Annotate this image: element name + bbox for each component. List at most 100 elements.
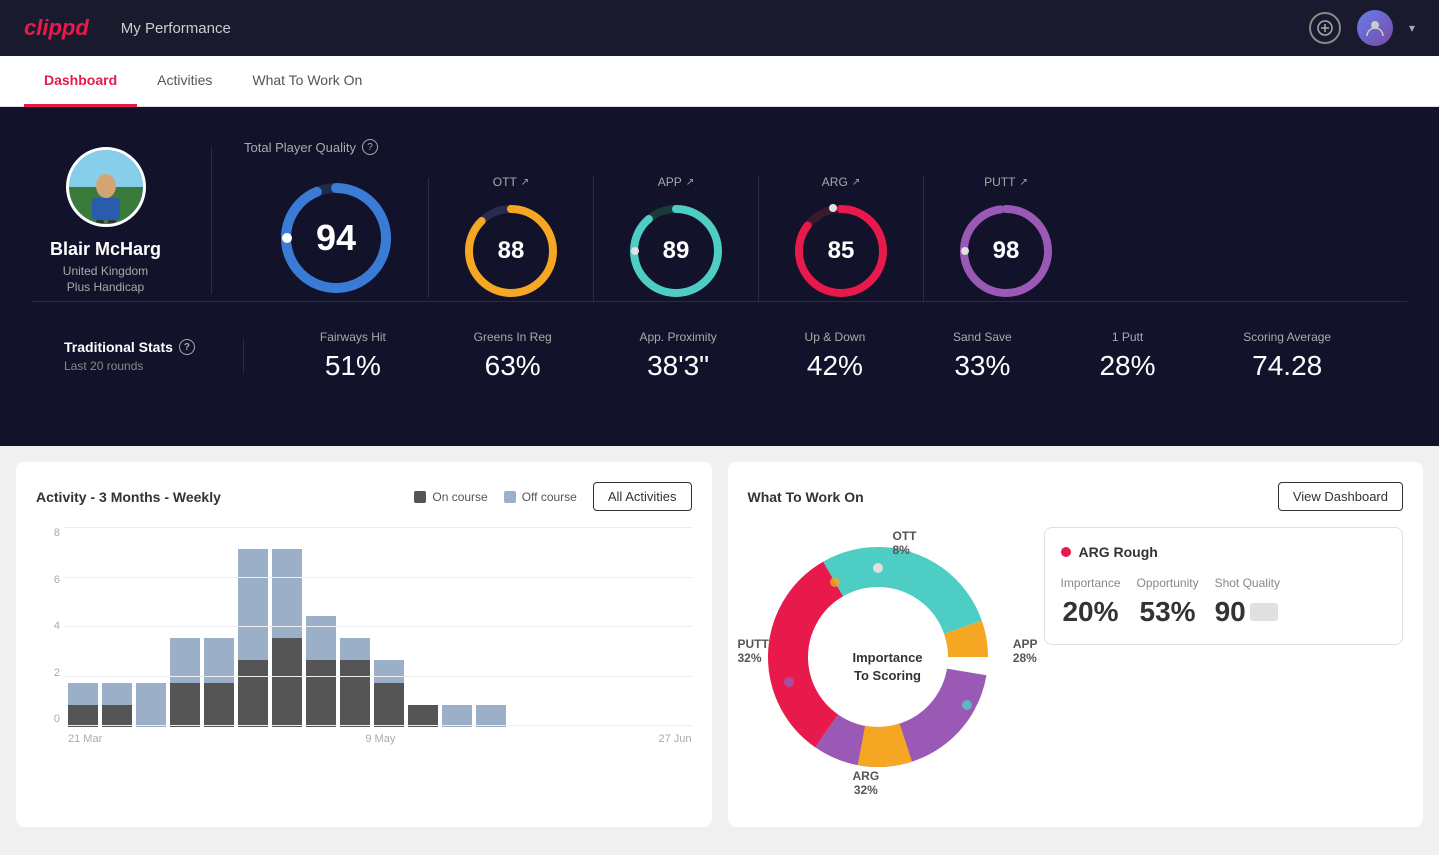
arg-donut-label: ARG32%	[853, 769, 880, 797]
player-info: Blair McHarg United Kingdom Plus Handica…	[32, 147, 212, 294]
tab-what-to-work-on[interactable]: What To Work On	[232, 56, 382, 107]
bar-oncourse	[272, 638, 302, 727]
work-card-header: What To Work On View Dashboard	[748, 482, 1404, 511]
stats-bar: Traditional Stats ? Last 20 rounds Fairw…	[32, 301, 1407, 410]
bar-offcourse	[476, 705, 506, 727]
bar-oncourse	[68, 705, 98, 727]
x-label-may: 9 May	[365, 733, 395, 745]
arg-score: ARG ↗ 85	[759, 175, 924, 301]
legend-offcourse-dot	[504, 491, 516, 503]
bar-offcourse	[68, 683, 98, 705]
arg-card-title: ARG Rough	[1061, 544, 1387, 560]
bar-oncourse	[408, 705, 438, 727]
y-label-6: 6	[36, 574, 60, 586]
app-label: APP ↗	[658, 175, 694, 189]
bar-group	[238, 549, 268, 727]
tab-bar: Dashboard Activities What To Work On	[0, 56, 1439, 107]
app-value: 89	[663, 237, 690, 265]
total-quality-label: Total Player Quality ?	[244, 139, 1407, 155]
player-name: Blair McHarg	[50, 239, 161, 260]
ott-label: OTT ↗	[493, 175, 529, 189]
stat-1putt: 1 Putt 28%	[1099, 330, 1155, 382]
x-label-mar: 21 Mar	[68, 733, 102, 745]
header-right: ▾	[1309, 10, 1415, 46]
player-handicap: Plus Handicap	[67, 280, 144, 294]
bar-offcourse	[102, 683, 132, 705]
bar-offcourse	[170, 638, 200, 682]
stats-items: Fairways Hit 51% Greens In Reg 63% App. …	[244, 330, 1375, 382]
stat-scoring: Scoring Average 74.28	[1243, 330, 1331, 382]
avatar[interactable]	[1357, 10, 1393, 46]
all-activities-button[interactable]: All Activities	[593, 482, 692, 511]
bar-group	[68, 683, 98, 727]
stats-label: Traditional Stats ?	[64, 339, 211, 355]
header: clippd My Performance ▾	[0, 0, 1439, 56]
bar-oncourse	[204, 683, 234, 727]
donut-chart: Importance To Scoring OTT8% APP28% ARG32…	[748, 527, 1028, 807]
work-card: What To Work On View Dashboard	[728, 462, 1424, 827]
putt-donut-label: PUTT32%	[738, 637, 769, 665]
arg-importance: Importance 20%	[1061, 576, 1121, 628]
scores-section: Total Player Quality ? 94	[212, 139, 1407, 301]
help-icon[interactable]: ?	[362, 139, 378, 155]
view-dashboard-button[interactable]: View Dashboard	[1278, 482, 1403, 511]
shot-quality-badge	[1250, 603, 1278, 621]
bar-offcourse	[374, 660, 404, 682]
bar-oncourse	[170, 683, 200, 727]
stat-sandsave: Sand Save 33%	[953, 330, 1012, 382]
work-title: What To Work On	[748, 489, 864, 505]
bottom-section: Activity - 3 Months - Weekly On course O…	[0, 446, 1439, 843]
arg-shot-quality: Shot Quality 90	[1215, 576, 1280, 628]
bar-group	[442, 705, 472, 727]
bar-group	[340, 638, 370, 727]
main-score-value: 94	[316, 217, 356, 259]
y-label-4: 4	[36, 620, 60, 632]
arg-opportunity: Opportunity 53%	[1137, 576, 1199, 628]
avatar-image	[1357, 10, 1393, 46]
arg-label: ARG ↗	[822, 175, 860, 189]
arg-recommendation-card: ARG Rough Importance 20% Opportunity 53%…	[1044, 527, 1404, 645]
legend-offcourse: Off course	[504, 490, 577, 504]
bar-group	[272, 549, 302, 727]
add-button[interactable]	[1309, 12, 1341, 44]
player-avatar	[66, 147, 146, 227]
bar-offcourse	[238, 549, 268, 660]
bar-group	[476, 705, 506, 727]
chart-legend: On course Off course	[414, 490, 577, 504]
header-title: My Performance	[121, 20, 231, 37]
logo: clippd My Performance	[24, 15, 231, 41]
bar-offcourse	[340, 638, 370, 660]
bar-oncourse	[374, 683, 404, 727]
tab-dashboard[interactable]: Dashboard	[24, 56, 137, 107]
putt-value: 98	[993, 237, 1020, 265]
donut-center: Importance To Scoring	[852, 649, 922, 685]
y-label-2: 2	[36, 667, 60, 679]
y-label-8: 8	[36, 527, 60, 539]
putt-score: PUTT ↗ 98	[924, 175, 1088, 301]
bar-group	[102, 683, 132, 727]
bar-offcourse	[442, 705, 472, 727]
ott-score: OTT ↗ 88	[429, 175, 594, 301]
bar-group	[408, 705, 438, 727]
stats-help-icon[interactable]: ?	[179, 339, 195, 355]
stat-updown: Up & Down 42%	[805, 330, 866, 382]
hero-section: Blair McHarg United Kingdom Plus Handica…	[0, 107, 1439, 446]
stat-fairways: Fairways Hit 51%	[320, 330, 386, 382]
legend-oncourse-dot	[414, 491, 426, 503]
app-score: APP ↗ 89	[594, 175, 759, 301]
bar-oncourse	[238, 660, 268, 727]
ott-value: 88	[498, 237, 525, 265]
score-circles: 94 OTT ↗ 88	[244, 175, 1407, 301]
player-country: United Kingdom	[63, 264, 148, 278]
legend-oncourse: On course	[414, 490, 487, 504]
bar-group	[306, 616, 336, 727]
bar-group	[136, 683, 166, 727]
bar-offcourse	[204, 638, 234, 682]
hero-top: Blair McHarg United Kingdom Plus Handica…	[32, 139, 1407, 301]
avatar-chevron: ▾	[1409, 21, 1415, 35]
stats-label-section: Traditional Stats ? Last 20 rounds	[64, 339, 244, 373]
bar-group	[170, 638, 200, 727]
arg-value: 85	[828, 237, 855, 265]
tab-activities[interactable]: Activities	[137, 56, 232, 107]
stat-proximity: App. Proximity 38'3"	[639, 330, 716, 382]
